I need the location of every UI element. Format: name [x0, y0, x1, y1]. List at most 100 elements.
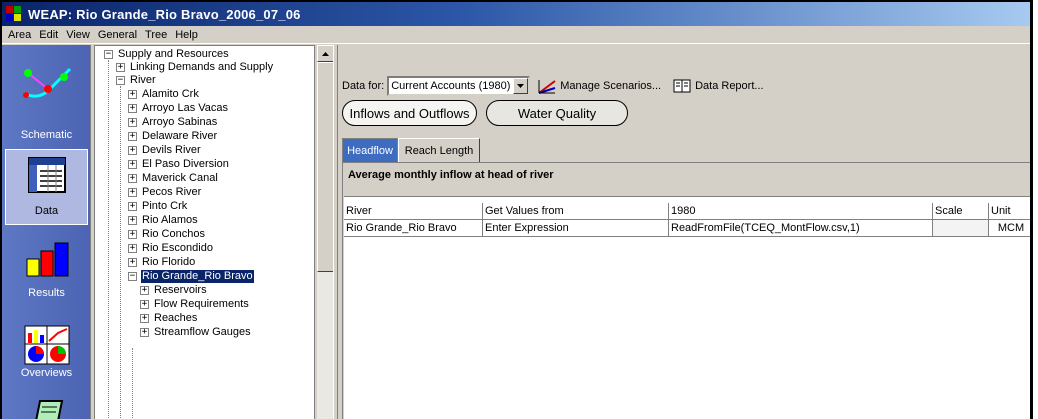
tab-inflows-and-outflows[interactable]: Inflows and Outflows — [342, 100, 477, 126]
tree-item-child[interactable]: + Flow Requirements — [140, 298, 250, 311]
cell-scale[interactable] — [933, 220, 989, 237]
collapse-icon[interactable]: − — [104, 50, 113, 59]
scroll-thumb[interactable] — [317, 62, 334, 272]
column-header-scale[interactable]: Scale — [933, 203, 989, 220]
tree-item-river-node[interactable]: + El Paso Diversion — [128, 158, 230, 171]
menu-general[interactable]: General — [94, 29, 141, 41]
view-schematic-button[interactable]: Schematic — [2, 51, 91, 147]
results-chart-icon — [26, 242, 69, 277]
arrow-up-icon — [322, 51, 329, 56]
tree-item-river-node[interactable]: + Pecos River — [128, 186, 202, 199]
data-toolbar: Data for: Current Accounts (1980) Manage… — [342, 75, 764, 97]
expand-icon[interactable]: + — [116, 63, 125, 72]
overviews-icon — [24, 325, 70, 365]
dropdown-arrow-icon[interactable] — [513, 78, 529, 94]
view-notes-button[interactable] — [2, 393, 91, 419]
view-results-label: Results — [28, 287, 65, 299]
tree-item-river-node[interactable]: + Rio Alamos — [128, 214, 199, 227]
view-data-label: Data — [34, 205, 59, 217]
data-for-label: Data for: — [342, 80, 385, 92]
report-book-icon — [673, 79, 691, 93]
data-report-button[interactable]: Data Report... — [673, 79, 764, 93]
tree-item-river-node[interactable]: + Arroyo Las Vacas — [128, 102, 229, 115]
weap-window: WEAP: Rio Grande_Rio Bravo_2006_07_06 Ar… — [0, 0, 1033, 419]
view-overviews-button[interactable]: Overviews — [2, 313, 91, 385]
tree-item-river-node[interactable]: + Maverick Canal — [128, 172, 219, 185]
tree-item-child[interactable]: + Reservoirs — [140, 284, 208, 297]
column-header-1980[interactable]: 1980 — [669, 203, 933, 220]
expand-icon[interactable]: + — [128, 132, 137, 141]
menu-edit[interactable]: Edit — [35, 29, 62, 41]
table-row[interactable]: Rio Grande_Rio Bravo Enter Expression Re… — [344, 220, 1030, 237]
tree-item-linking-demands[interactable]: + Linking Demands and Supply — [116, 61, 274, 74]
schematic-icon — [23, 67, 72, 98]
expand-icon[interactable]: + — [140, 314, 149, 323]
tree-item-river-node[interactable]: + Pinto Crk — [128, 200, 188, 213]
tree-item-river-node[interactable]: + Alamito Crk — [128, 88, 200, 101]
data-panel: Average monthly inflow at head of river … — [342, 162, 1030, 419]
collapse-icon[interactable]: − — [116, 76, 125, 85]
tree-item-rio-grande-selected[interactable]: − Rio Grande_Rio Bravo — [128, 270, 254, 283]
menu-area[interactable]: Area — [4, 29, 35, 41]
expand-icon[interactable]: + — [140, 300, 149, 309]
scroll-up-button[interactable] — [317, 45, 334, 62]
grid-header-row: River Get Values from 1980 Scale Unit — [344, 203, 1030, 220]
view-overviews-label: Overviews — [20, 367, 73, 379]
data-icon — [28, 157, 66, 193]
menu-view[interactable]: View — [62, 29, 94, 41]
expand-icon[interactable]: + — [128, 202, 137, 211]
view-bar: Schematic Data Results Overviews — [2, 45, 91, 419]
expand-icon[interactable]: + — [128, 160, 137, 169]
collapse-icon[interactable]: − — [128, 272, 137, 281]
tree-item-river-node[interactable]: + Devils River — [128, 144, 202, 157]
tree-item-river-node[interactable]: + Delaware River — [128, 130, 218, 143]
expand-icon[interactable]: + — [128, 90, 137, 99]
tree-item-supply-and-resources[interactable]: − Supply and Resources — [104, 48, 230, 61]
column-header-unit[interactable]: Unit — [989, 203, 1030, 220]
tree-item-river-node[interactable]: + Rio Conchos — [128, 228, 206, 241]
expand-icon[interactable]: + — [140, 286, 149, 295]
panel-title: Average monthly inflow at head of river — [348, 169, 554, 181]
tree-item-child[interactable]: + Streamflow Gauges — [140, 326, 252, 339]
menu-tree[interactable]: Tree — [141, 29, 171, 41]
expand-icon[interactable]: + — [128, 104, 137, 113]
expand-icon[interactable]: + — [128, 174, 137, 183]
menu-bar: Area Edit View General Tree Help — [2, 26, 1030, 44]
tab-reach-length[interactable]: Reach Length — [398, 138, 480, 162]
tree-item-river-node[interactable]: + Rio Escondido — [128, 242, 214, 255]
column-header-get-values-from[interactable]: Get Values from — [483, 203, 669, 220]
tree-item-river[interactable]: − River — [116, 74, 157, 87]
expand-icon[interactable]: + — [128, 244, 137, 253]
cell-river[interactable]: Rio Grande_Rio Bravo — [344, 220, 483, 237]
window-title: WEAP: Rio Grande_Rio Bravo_2006_07_06 — [28, 6, 301, 22]
cell-expression-1980[interactable]: ReadFromFile(TCEQ_MontFlow.csv,1) — [669, 220, 933, 237]
tree-item-river-node[interactable]: + Rio Florido — [128, 256, 196, 269]
view-data-button[interactable]: Data — [2, 149, 91, 225]
weap-app-icon — [6, 6, 22, 22]
manage-scenarios-button[interactable]: Manage Scenarios... — [538, 79, 661, 94]
expand-icon[interactable]: + — [128, 258, 137, 267]
cell-unit[interactable]: MCM — [989, 220, 1030, 237]
view-schematic-label: Schematic — [20, 129, 73, 141]
tree-item-river-node[interactable]: + Arroyo Sabinas — [128, 116, 218, 129]
expand-icon[interactable]: + — [128, 118, 137, 127]
cell-get-values-from[interactable]: Enter Expression — [483, 220, 669, 237]
expand-icon[interactable]: + — [128, 216, 137, 225]
column-header-river[interactable]: River — [344, 203, 483, 220]
expand-icon[interactable]: + — [140, 328, 149, 337]
expand-icon[interactable]: + — [128, 188, 137, 197]
tab-water-quality[interactable]: Water Quality — [486, 100, 628, 126]
expand-icon[interactable]: + — [128, 146, 137, 155]
scenario-select[interactable]: Current Accounts (1980) — [387, 76, 531, 96]
title-bar[interactable]: WEAP: Rio Grande_Rio Bravo_2006_07_06 — [2, 2, 1030, 26]
view-results-button[interactable]: Results — [2, 231, 91, 301]
tab-headflow[interactable]: Headflow — [342, 138, 398, 162]
menu-help[interactable]: Help — [171, 29, 202, 41]
data-tree[interactable]: − Supply and Resources + Linking Demands a… — [94, 45, 315, 419]
data-view: Data for: Current Accounts (1980) Manage… — [338, 45, 1030, 419]
expand-icon[interactable]: + — [128, 230, 137, 239]
notes-icon — [35, 400, 64, 419]
data-grid: River Get Values from 1980 Scale Unit Ri… — [344, 196, 1030, 419]
tree-item-child[interactable]: + Reaches — [140, 312, 198, 325]
tree-scrollbar[interactable] — [316, 45, 334, 419]
